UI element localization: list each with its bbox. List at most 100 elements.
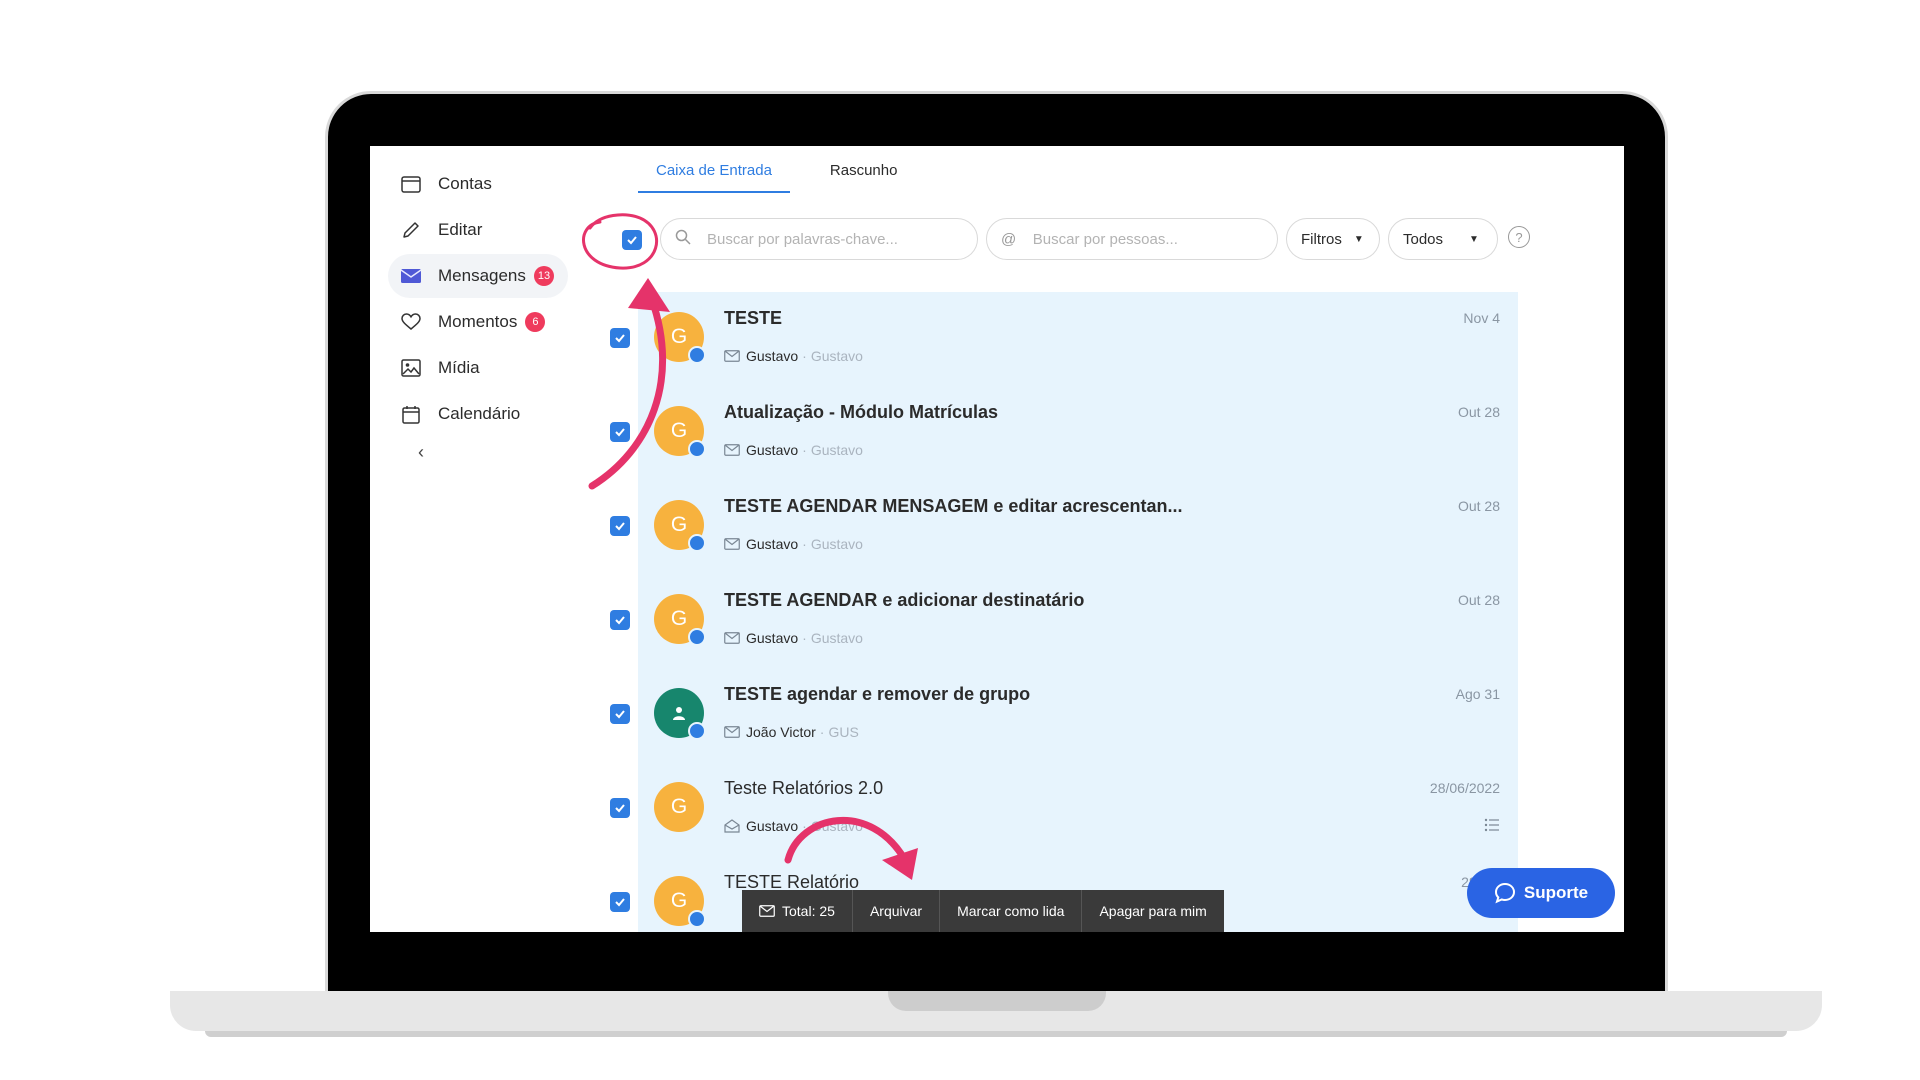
people-search-input[interactable] — [1030, 229, 1277, 249]
scope-label: Todos — [1403, 230, 1444, 248]
check-icon — [615, 898, 625, 907]
message-date: Ago 31 — [1455, 686, 1500, 702]
support-button[interactable]: Suporte — [1467, 868, 1615, 918]
avatar: G — [654, 406, 706, 458]
pencil-icon — [400, 219, 422, 241]
group-name: Gustavo — [810, 818, 863, 834]
user-icon — [673, 707, 685, 720]
message-date: Out 28 — [1457, 498, 1500, 514]
sender-name: Gustavo — [746, 348, 799, 364]
archive-button[interactable]: Arquivar — [853, 890, 941, 932]
support-label: Suporte — [1523, 883, 1589, 902]
envelope-icon — [724, 726, 740, 738]
envelope-icon — [724, 538, 740, 550]
keyword-search[interactable] — [660, 218, 978, 260]
search-icon — [675, 229, 691, 249]
message-row[interactable]: G TESTE Gustavo · Gustavo Nov 4 — [610, 292, 1518, 386]
row-checkbox[interactable] — [610, 516, 630, 536]
total-label: Total: 25 — [782, 903, 835, 919]
delete-for-me-button[interactable]: Apagar para mim — [1082, 890, 1223, 932]
group-name: Gustavo — [810, 348, 863, 364]
row-checkbox[interactable] — [610, 328, 630, 348]
sidebar-item-contas[interactable]: Contas — [388, 162, 568, 206]
message-date: 28/06/2022 — [1429, 780, 1500, 796]
sidebar: Contas Editar Mensagens 13 Momentos 6 Mí… — [388, 162, 568, 463]
message-row[interactable]: G TESTE AGENDAR MENSAGEM e editar acresc… — [610, 480, 1518, 574]
sender-name: Gustavo — [746, 630, 799, 646]
envelope-icon — [759, 905, 775, 917]
message-meta: Gustavo · Gustavo — [724, 536, 863, 552]
avatar: G — [654, 876, 706, 928]
check-icon — [615, 428, 625, 437]
sender-name: João Victor — [746, 724, 816, 740]
message-row[interactable]: G TESTE AGENDAR e adicionar destinatário… — [610, 574, 1518, 668]
message-subject: TESTE AGENDAR e adicionar destinatário — [724, 590, 1085, 610]
sidebar-item-label: Contas — [438, 174, 492, 193]
avatar: G — [654, 312, 706, 364]
sidebar-item-editar[interactable]: Editar — [388, 208, 568, 252]
check-icon — [615, 616, 625, 625]
sidebar-item-label: Momentos — [438, 312, 518, 331]
sidebar-item-midia[interactable]: Mídia — [388, 346, 568, 390]
message-meta: Gustavo · Gustavo — [724, 442, 863, 458]
message-row[interactable]: TESTE agendar e remover de grupo João Vi… — [610, 668, 1518, 762]
people-search[interactable]: @ — [986, 218, 1278, 260]
sidebar-item-label: Mensagens — [438, 266, 526, 285]
sidebar-item-mensagens[interactable]: Mensagens 13 — [388, 254, 568, 298]
sidebar-item-momentos[interactable]: Momentos 6 — [388, 300, 568, 344]
unread-dot — [688, 346, 706, 364]
image-icon — [400, 357, 422, 379]
message-meta: João Victor · GUS — [724, 724, 859, 740]
message-row[interactable]: G Atualização - Módulo Matrículas Gustav… — [610, 386, 1518, 480]
select-all-checkbox[interactable] — [622, 230, 642, 250]
row-checkbox[interactable] — [610, 798, 630, 818]
check-icon — [615, 710, 625, 719]
app-screen: Contas Editar Mensagens 13 Momentos 6 Mí… — [370, 146, 1624, 932]
keyword-search-input[interactable] — [705, 229, 977, 249]
help-icon[interactable]: ? — [1508, 226, 1530, 248]
sender-name: Gustavo — [746, 818, 799, 834]
sender-name: Gustavo — [746, 442, 799, 458]
check-icon — [615, 334, 625, 343]
filters-label: Filtros — [1301, 230, 1342, 248]
sidebar-item-label: Mídia — [438, 358, 480, 377]
message-subject: TESTE agendar e remover de grupo — [724, 684, 1031, 704]
tab-caixa-de-entrada[interactable]: Caixa de Entrada — [638, 162, 790, 193]
row-checkbox[interactable] — [610, 422, 630, 442]
message-row[interactable]: G Teste Relatórios 2.0 Gustavo · Gustavo 2… — [610, 762, 1518, 856]
envelope-icon — [724, 444, 740, 456]
laptop-base-shadow — [205, 1031, 1787, 1037]
heart-icon — [400, 311, 422, 333]
row-checkbox[interactable] — [610, 892, 630, 912]
unread-badge: 6 — [525, 312, 546, 332]
unread-dot — [688, 910, 706, 928]
check-icon — [615, 522, 625, 531]
collapse-sidebar-button[interactable]: ‹ — [418, 442, 568, 463]
bulk-action-bar: Total: 25 Arquivar Marcar como lida Apag… — [742, 890, 1224, 932]
sidebar-item-label: Editar — [438, 220, 483, 239]
check-icon — [627, 236, 637, 245]
mark-read-button[interactable]: Marcar como lida — [940, 890, 1083, 932]
sidebar-item-label: Calendário — [438, 404, 521, 423]
tab-rascunho[interactable]: Rascunho — [812, 162, 916, 193]
envelope-icon — [724, 350, 740, 362]
unread-dot — [688, 440, 706, 458]
message-meta: Gustavo · Gustavo — [724, 818, 863, 834]
toolbar: @ Filtros ▼ Todos ▼ ? — [610, 218, 1610, 262]
accounts-icon — [400, 173, 422, 195]
message-meta: Gustavo · Gustavo — [724, 630, 863, 646]
filters-dropdown[interactable]: Filtros ▼ — [1286, 218, 1380, 260]
laptop-notch — [888, 991, 1106, 1011]
sidebar-item-calendario[interactable]: Calendário — [388, 392, 568, 436]
row-checkbox[interactable] — [610, 610, 630, 630]
list-icon — [1484, 818, 1499, 832]
row-checkbox[interactable] — [610, 704, 630, 724]
mailbox-tabs: Caixa de Entrada Rascunho — [638, 162, 915, 193]
message-subject: TESTE — [724, 308, 783, 328]
message-date: Out 28 — [1457, 592, 1500, 608]
scope-dropdown[interactable]: Todos ▼ — [1388, 218, 1498, 260]
at-sign-icon: @ — [1001, 230, 1017, 248]
calendar-icon — [400, 403, 422, 425]
envelope-icon — [400, 265, 422, 287]
avatar: G — [654, 782, 704, 832]
